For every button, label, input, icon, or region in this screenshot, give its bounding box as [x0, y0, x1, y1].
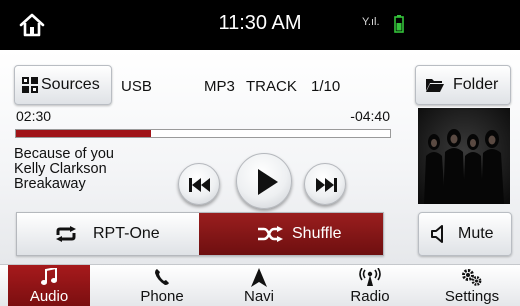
playback-mode-group: RPT-One Shuffle [16, 212, 384, 256]
folder-icon [426, 79, 444, 92]
grid-icon [22, 77, 38, 93]
album-art [418, 108, 510, 204]
song-artist: Kelly Clarkson [14, 161, 107, 177]
nav-navi[interactable]: Navi [224, 265, 294, 306]
gears-icon [462, 269, 482, 286]
skip-forward-icon [316, 178, 337, 192]
speaker-mute-icon [431, 225, 443, 243]
track-word: TRACK [246, 78, 297, 95]
status-bar: 11:30 AM Y.ıl. [0, 0, 520, 50]
nav-radio-label: Radio [350, 288, 390, 305]
mute-button[interactable]: Mute [418, 212, 512, 256]
play-icon [258, 169, 278, 195]
home-icon[interactable] [18, 12, 46, 38]
progress-fill [16, 130, 151, 137]
track-position: 1/10 [311, 78, 341, 95]
folder-button[interactable]: Folder [415, 65, 511, 105]
next-track-button[interactable] [304, 163, 346, 205]
mute-label: Mute [458, 225, 494, 242]
nav-phone[interactable]: Phone [122, 265, 202, 306]
nav-settings[interactable]: Settings [432, 265, 512, 306]
repeat-icon [56, 226, 76, 242]
nav-settings-label: Settings [444, 288, 500, 305]
music-note-icon [41, 268, 57, 285]
nav-audio-label: Audio [29, 288, 69, 305]
sources-button[interactable]: Sources [14, 65, 112, 105]
audio-screen: 11:30 AM Y.ıl. Sources USB MP3 TRACK 1/1… [0, 0, 520, 306]
nav-phone-label: Phone [140, 288, 184, 305]
nav-radio[interactable]: Radio [330, 265, 410, 306]
repeat-button[interactable]: RPT-One [17, 213, 199, 255]
shuffle-button[interactable]: Shuffle [199, 213, 383, 255]
song-title: Because of you [14, 146, 114, 162]
signal-indicator: Y.ıl. [362, 16, 380, 28]
progress-bar[interactable] [15, 129, 391, 138]
song-album: Breakaway [14, 176, 86, 192]
media-panel: Sources USB MP3 TRACK 1/10 Folder 02:30 … [0, 50, 520, 264]
elapsed-time: 02:30 [16, 108, 52, 124]
nav-navi-label: Navi [243, 288, 274, 305]
play-button[interactable] [236, 153, 292, 209]
sources-label: Sources [41, 76, 100, 93]
source-name: USB [121, 78, 152, 95]
radio-antenna-icon [359, 268, 381, 286]
track-format: MP3 [204, 78, 235, 95]
bottom-nav: Audio Phone Navi Radio Settings [0, 264, 520, 306]
skip-back-icon [189, 178, 210, 192]
shuffle-icon [258, 226, 283, 242]
navigation-arrow-icon [251, 268, 267, 287]
phone-icon [155, 269, 169, 285]
repeat-label: RPT-One [93, 225, 160, 242]
remaining-time: -04:40 [350, 108, 390, 124]
shuffle-label: Shuffle [292, 225, 342, 242]
previous-track-button[interactable] [178, 163, 220, 205]
battery-icon [394, 15, 404, 33]
folder-label: Folder [453, 76, 499, 93]
clock: 11:30 AM [218, 12, 302, 34]
song-info: Because of you Kelly Clarkson Breakaway [14, 147, 114, 192]
nav-audio[interactable]: Audio [8, 265, 90, 306]
